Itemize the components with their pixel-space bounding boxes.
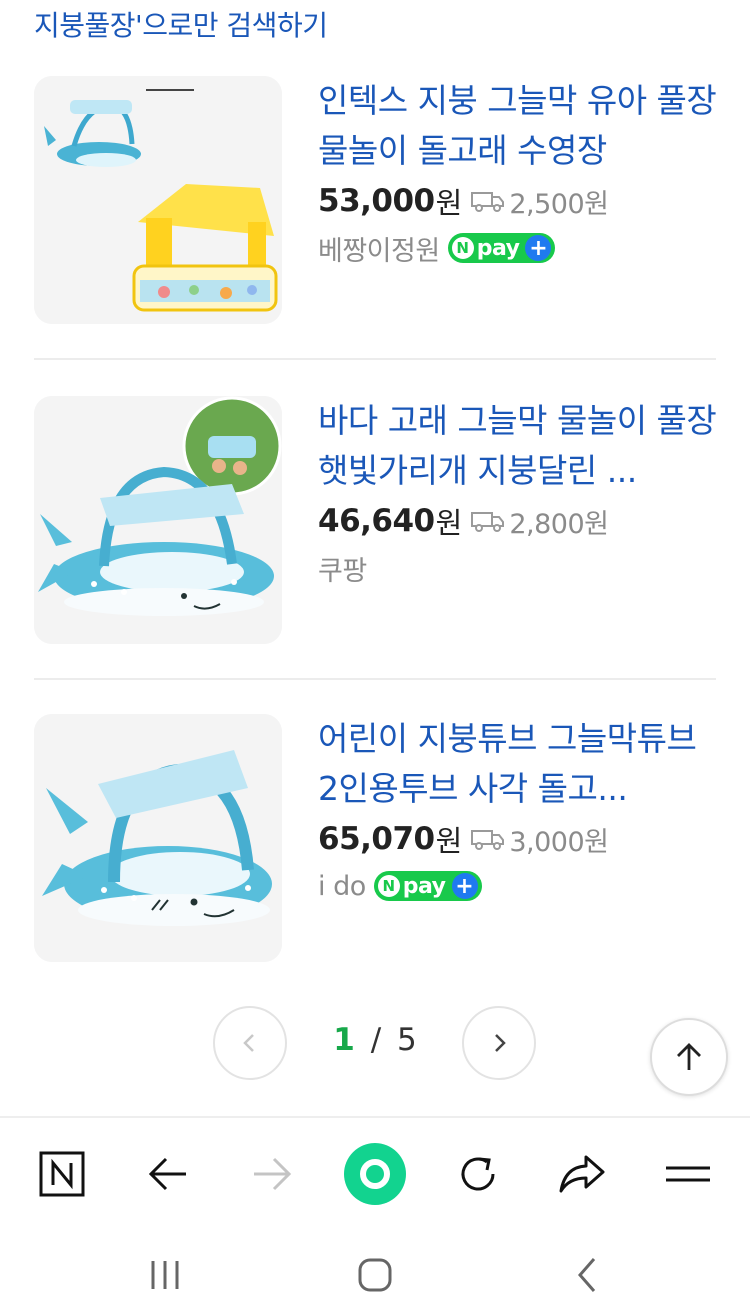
product-card[interactable]: 바다 고래 그늘막 물놀이 풀장 햇빛가리개 지붕달린 ... 46,640 원…	[34, 396, 718, 648]
green-dot-icon	[344, 1143, 406, 1205]
whale-pool-image	[34, 396, 282, 644]
refresh-icon	[461, 1157, 495, 1191]
npay-plus-icon: +	[525, 235, 552, 261]
product-thumbnail[interactable]	[34, 714, 282, 962]
chevron-left-icon	[243, 1034, 254, 1052]
previous-page-button[interactable]	[213, 1006, 287, 1080]
back-arrow-icon	[148, 1157, 186, 1191]
share-icon	[559, 1155, 605, 1193]
npay-n-icon: N	[451, 237, 474, 259]
delivery-truck-icon	[471, 512, 505, 532]
chevron-right-icon	[495, 1034, 506, 1052]
seller-name[interactable]: 베짱이정원	[318, 229, 440, 268]
shipping-fee: 3,000원	[509, 826, 609, 858]
product-price: 65,070	[318, 821, 435, 857]
delivery-truck-icon	[471, 830, 505, 850]
npay-label: pay	[402, 873, 446, 899]
divider	[34, 358, 716, 360]
page-indicator: 1 / 5	[320, 1022, 430, 1058]
share-button[interactable]	[554, 1146, 610, 1202]
scroll-to-top-button[interactable]	[650, 1018, 728, 1096]
product-thumbnail[interactable]	[34, 76, 282, 324]
price-currency: 원	[435, 824, 463, 858]
menu-button[interactable]	[660, 1146, 716, 1202]
page-separator: /	[370, 1022, 382, 1058]
npay-label: pay	[476, 235, 520, 261]
browser-toolbar	[0, 1116, 750, 1228]
delivery-truck-icon	[471, 192, 505, 212]
forward-arrow-icon	[254, 1157, 292, 1191]
refresh-button[interactable]	[450, 1146, 506, 1202]
npay-plus-icon: +	[451, 873, 478, 899]
shipping-fee: 2,500원	[509, 188, 609, 220]
seller-name[interactable]: i do	[318, 871, 366, 902]
npay-badge: N pay +	[373, 871, 482, 901]
divider	[34, 678, 716, 680]
product-title[interactable]: 바다 고래 그늘막 물놀이 풀장 햇빛가리개 지붕달린 ...	[318, 396, 718, 496]
product-title[interactable]: 어린이 지붕튜브 그늘막튜브 2인용투브 사각 돌고...	[318, 714, 718, 814]
forward-button[interactable]	[244, 1146, 300, 1202]
arrow-up-icon	[677, 1043, 701, 1070]
product-price: 46,640	[318, 503, 435, 539]
npay-n-icon: N	[377, 875, 400, 897]
npay-badge: N pay +	[447, 233, 556, 263]
naver-home-button[interactable]	[34, 1146, 90, 1202]
whale-pool-image	[34, 76, 282, 324]
recent-apps-button[interactable]	[140, 1250, 190, 1300]
product-title[interactable]: 인텍스 지붕 그늘막 유아 풀장 물놀이 돌고래 수영장	[318, 76, 718, 176]
product-card[interactable]: 어린이 지붕튜브 그늘막튜브 2인용투브 사각 돌고... 65,070 원 3…	[34, 714, 718, 966]
home-icon	[358, 1258, 392, 1292]
recent-apps-icon	[151, 1261, 179, 1289]
product-price: 53,000	[318, 183, 435, 219]
search-only-link[interactable]: 지붕풀장'으로만 검색하기	[34, 4, 328, 44]
system-navigation-bar	[0, 1228, 750, 1316]
naver-home-icon	[39, 1151, 85, 1197]
total-pages: 5	[397, 1022, 417, 1058]
home-button[interactable]	[350, 1250, 400, 1300]
seller-name[interactable]: 쿠팡	[318, 549, 367, 588]
system-back-button[interactable]	[562, 1250, 612, 1300]
back-icon	[578, 1258, 596, 1292]
next-page-button[interactable]	[462, 1006, 536, 1080]
green-dot-button[interactable]	[342, 1141, 408, 1207]
current-page: 1	[333, 1022, 355, 1058]
price-currency: 원	[435, 186, 463, 220]
whale-pool-image	[34, 714, 282, 962]
price-currency: 원	[435, 506, 463, 540]
shipping-fee: 2,800원	[509, 508, 609, 540]
menu-icon	[666, 1166, 710, 1182]
product-card[interactable]: 인텍스 지붕 그늘막 유아 풀장 물놀이 돌고래 수영장 53,000 원 2,…	[34, 76, 718, 328]
back-button[interactable]	[140, 1146, 196, 1202]
product-thumbnail[interactable]	[34, 396, 282, 644]
